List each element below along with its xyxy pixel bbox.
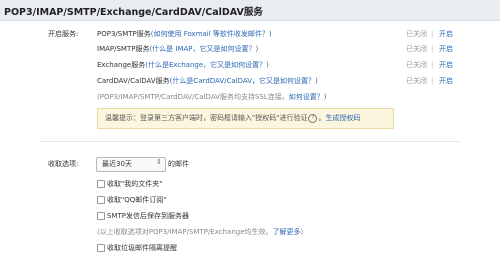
service-status: 已关闭 xyxy=(406,77,427,85)
auth-code-notice: 温馨提示：登录第三方客户端时，密码框请输入"授权码"进行验证? 。生成授权码 xyxy=(97,108,394,129)
services-label: 开启服务: xyxy=(48,30,79,38)
option-checkbox[interactable] xyxy=(97,244,105,252)
option-checkbox[interactable] xyxy=(97,180,105,188)
section-divider xyxy=(40,141,460,142)
receive-range-value: 最近30天 xyxy=(102,160,132,168)
service-toggle-button[interactable]: 开启 xyxy=(439,76,453,86)
service-status: 已关闭 xyxy=(406,61,427,69)
status-separator: | xyxy=(431,77,434,85)
service-name: CardDAV/CalDAV服务 xyxy=(97,77,170,85)
receive-range-select[interactable]: 最近30天 ⇕ xyxy=(96,157,166,172)
receive-options-note: (以上收取选项对POP3/IMAP/SMTP/Exchange均生效。了解更多) xyxy=(97,227,303,237)
option-label: 收取"QQ邮件订阅" xyxy=(107,196,167,204)
service-row-carddav: CardDAV/CalDAV服务(什么是CardDAV/CalDAV，它又是如何… xyxy=(97,76,318,86)
learn-more-link[interactable]: 了解更多 xyxy=(273,228,301,236)
option-label: 收取"我的文件夹" xyxy=(107,180,163,188)
service-toggle-button[interactable]: 开启 xyxy=(439,60,453,70)
status-separator: | xyxy=(431,30,434,38)
section-title: POP3/IMAP/SMTP/Exchange/CardDAV/CalDAV服务 xyxy=(4,7,263,18)
notice-content: 温馨提示：登录第三方客户端时，密码框请输入"授权码"进行验证? 。生成授权码 xyxy=(105,113,360,123)
receive-options-label: 收取选项: xyxy=(48,160,79,168)
notice-text: 温馨提示：登录第三方客户端时，密码框请输入"授权码"进行验证 xyxy=(105,114,308,122)
ssl-setup-link[interactable]: 如何设置？) xyxy=(289,93,327,101)
service-help-link[interactable]: (什么是Exchange，它又是如何设置？) xyxy=(145,61,269,69)
receive-note-text: (以上收取选项对POP3/IMAP/SMTP/Exchange均生效。 xyxy=(97,228,273,236)
service-name: Exchange服务 xyxy=(97,61,146,69)
ssl-note-text: (POP3/IMAP/SMTP/CardDAV/CalDAV服务均支持SSL连接… xyxy=(97,93,289,101)
option-checkbox[interactable] xyxy=(97,196,105,204)
service-row-exchange: Exchange服务(什么是Exchange，它又是如何设置？) xyxy=(97,60,269,70)
service-status: 已关闭 xyxy=(406,45,427,53)
option-label: 收取垃圾邮件隔离提醒 xyxy=(107,244,177,252)
service-help-link[interactable]: (什么是CardDAV/CalDAV，它又是如何设置？) xyxy=(170,77,318,85)
ssl-note: (POP3/IMAP/SMTP/CardDAV/CalDAV服务均支持SSL连接… xyxy=(97,92,326,102)
service-toggle-button[interactable]: 开启 xyxy=(439,29,453,39)
service-status: 已关闭 xyxy=(406,30,427,38)
service-row-imap: IMAP/SMTP服务(什么是 IMAP，它又是如何设置？) xyxy=(97,44,258,54)
option-checkbox[interactable] xyxy=(97,212,105,220)
select-arrow-icon: ⇕ xyxy=(156,158,162,166)
service-name: IMAP/SMTP服务 xyxy=(97,45,150,53)
service-help-link[interactable]: (什么是 IMAP，它又是如何设置？) xyxy=(149,45,258,53)
question-circle-icon[interactable]: ? xyxy=(308,113,318,123)
service-toggle-button[interactable]: 开启 xyxy=(439,44,453,54)
service-row-pop3: POP3/SMTP服务(如何使用 Foxmail 等软件收发邮件？) xyxy=(97,29,272,39)
service-help-link[interactable]: (如何使用 Foxmail 等软件收发邮件？) xyxy=(151,30,272,38)
status-separator: | xyxy=(431,61,434,69)
option-label: SMTP发信后保存到服务器 xyxy=(107,212,189,220)
receive-note-tail: ) xyxy=(300,228,304,236)
receive-range-suffix: 的邮件 xyxy=(168,160,189,168)
section-title-bar: POP3/IMAP/SMTP/Exchange/CardDAV/CalDAV服务 xyxy=(0,0,500,21)
generate-auth-code-link[interactable]: 生成授权码 xyxy=(325,114,360,122)
status-separator: | xyxy=(431,45,434,53)
service-name: POP3/SMTP服务 xyxy=(97,30,151,38)
